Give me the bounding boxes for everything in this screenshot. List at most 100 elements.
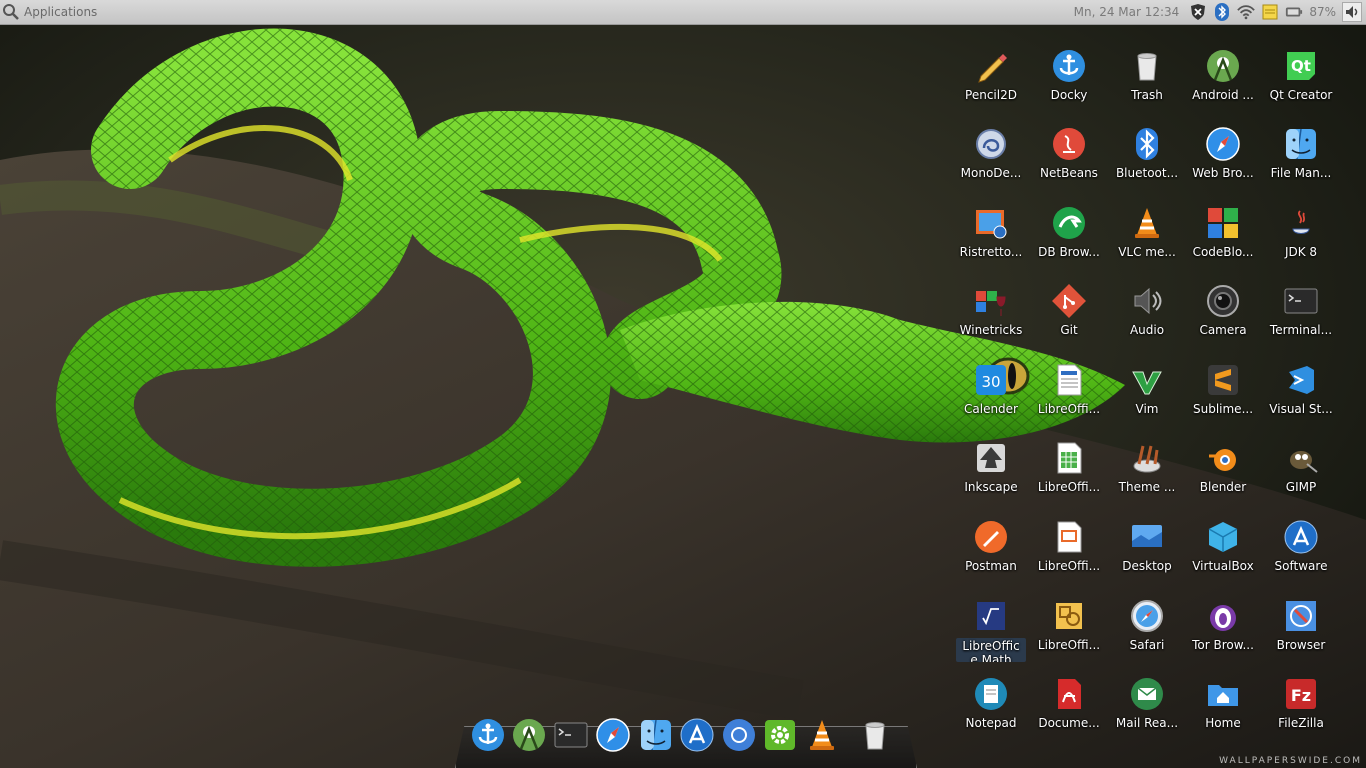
- desktop-icon[interactable]: LibreOffi...: [1031, 356, 1107, 426]
- calendar-icon: 30: [973, 362, 1009, 398]
- draw-icon: [1051, 598, 1087, 634]
- desktop-icon[interactable]: Inkscape: [953, 434, 1029, 504]
- speaker-icon: [1129, 283, 1165, 319]
- desktop-icon[interactable]: Git: [1031, 277, 1107, 347]
- android-studio-icon: [511, 717, 547, 757]
- vlc-cone-icon: [804, 717, 840, 757]
- app-store-icon: [1283, 519, 1319, 555]
- desktop-icon-label: Browser: [1276, 638, 1326, 652]
- dock-item-docky[interactable]: [469, 718, 507, 756]
- desktop-icon-label: LibreOffi...: [1037, 638, 1101, 652]
- finder-icon: [638, 717, 674, 757]
- desktop-icon[interactable]: Camera: [1185, 277, 1261, 347]
- anchor-icon: [470, 717, 506, 757]
- safari-icon: [1129, 598, 1165, 634]
- desktop-icon[interactable]: LibreOffi...: [1031, 434, 1107, 504]
- desktop-icon[interactable]: GIMP: [1263, 434, 1339, 504]
- dock-item-android-studio[interactable]: [510, 718, 548, 756]
- desktop-icon-label: NetBeans: [1040, 166, 1098, 180]
- desktop-icon[interactable]: Web Bro...: [1185, 120, 1261, 190]
- desktop-icon[interactable]: Android ...: [1185, 42, 1261, 112]
- desktop-icon[interactable]: NetBeans: [1031, 120, 1107, 190]
- dock-item-chromium[interactable]: [720, 718, 758, 756]
- desktop-icon[interactable]: Home: [1185, 670, 1261, 740]
- desktop-icon-label: Calender: [964, 402, 1018, 416]
- desktop-icon[interactable]: Pencil2D: [953, 42, 1029, 112]
- android-studio-icon: [1205, 48, 1241, 84]
- desktop-icon[interactable]: Postman: [953, 513, 1029, 583]
- desktop-icon-label: Web Bro...: [1192, 166, 1254, 180]
- finder-icon: [1283, 126, 1319, 162]
- desktop-icon[interactable]: LibreOffi...: [1031, 513, 1107, 583]
- desktop-icon[interactable]: Fz FileZilla: [1263, 670, 1339, 740]
- postman-icon: [973, 519, 1009, 555]
- desktop-icon[interactable]: JDK 8: [1263, 199, 1339, 269]
- desktop-icon[interactable]: DB Brow...: [1031, 199, 1107, 269]
- compass-icon: [595, 717, 631, 757]
- desktop-icon[interactable]: Docume...: [1031, 670, 1107, 740]
- desktop-icon-label: Visual St...: [1269, 402, 1333, 416]
- terminal-icon: [553, 717, 589, 757]
- desktop-icon-label: Safari: [1129, 638, 1165, 652]
- dock-item-trash[interactable]: [856, 718, 894, 756]
- dock-item-finder[interactable]: [637, 718, 675, 756]
- desktop-icon[interactable]: Docky: [1031, 42, 1107, 112]
- desktop-icon[interactable]: Trash: [1109, 42, 1185, 112]
- desktop-icon[interactable]: CodeBlo...: [1185, 199, 1261, 269]
- gimp-icon: [1283, 440, 1319, 476]
- desktop-icon-label: Qt Creator: [1269, 88, 1333, 102]
- winetricks-icon: [973, 283, 1009, 319]
- pdf-icon: [1051, 676, 1087, 712]
- dock-item-terminal[interactable]: [552, 718, 590, 756]
- desktop-icon[interactable]: Theme ...: [1109, 434, 1185, 504]
- desktop-icon[interactable]: Tor Brow...: [1185, 592, 1261, 662]
- dock-item-app-store[interactable]: [678, 718, 716, 756]
- dock-item-settings[interactable]: [761, 718, 799, 756]
- desktop-icon-label: Android ...: [1192, 88, 1254, 102]
- desktop-icon[interactable]: Visual St...: [1263, 356, 1339, 426]
- dock-item-vlc[interactable]: [803, 718, 841, 756]
- desktop-icon-label: Postman: [965, 559, 1017, 573]
- math-formula-icon: [973, 598, 1009, 634]
- dock-item-safari[interactable]: [594, 718, 632, 756]
- desktop-icon[interactable]: Sublime...: [1185, 356, 1261, 426]
- desktop-icon-label: LibreOffic e Math: [956, 638, 1026, 662]
- desktop-icon[interactable]: Qt Qt Creator: [1263, 42, 1339, 112]
- watermark: WALLPAPERSWIDE.COM: [1219, 756, 1362, 766]
- dock: [455, 716, 917, 768]
- desktop-icon[interactable]: VirtualBox: [1185, 513, 1261, 583]
- desktop-icon-label: Inkscape: [964, 480, 1018, 494]
- desktop-icon[interactable]: Audio: [1109, 277, 1185, 347]
- desktop-icon[interactable]: Vim: [1109, 356, 1185, 426]
- svg-text:Fz: Fz: [1291, 686, 1311, 705]
- desktop-icon[interactable]: LibreOffi...: [1031, 592, 1107, 662]
- settings-icon: [762, 717, 798, 757]
- desktop-icon[interactable]: Software: [1263, 513, 1339, 583]
- desktop-icon[interactable]: Bluetoot...: [1109, 120, 1185, 190]
- desktop-icon[interactable]: Notepad: [953, 670, 1029, 740]
- desktop-icon[interactable]: Mail Rea...: [1109, 670, 1185, 740]
- desktop-icon[interactable]: Winetricks: [953, 277, 1029, 347]
- theme-tools-icon: [1129, 440, 1165, 476]
- desktop-icon[interactable]: MonoDe...: [953, 120, 1029, 190]
- desktop-icon[interactable]: VLC me...: [1109, 199, 1185, 269]
- desktop-icon-label: LibreOffi...: [1037, 402, 1101, 416]
- image-viewer-icon: [973, 205, 1009, 241]
- desktop-icon-label: MonoDe...: [960, 166, 1022, 180]
- desktop-icon[interactable]: LibreOffic e Math: [953, 592, 1029, 662]
- desktop-icon[interactable]: Desktop: [1109, 513, 1185, 583]
- notepad-icon: [973, 676, 1009, 712]
- desktop-icon[interactable]: Safari: [1109, 592, 1185, 662]
- filezilla-icon: Fz: [1283, 676, 1319, 712]
- db-browser-icon: [1051, 205, 1087, 241]
- desktop-icon-label: Blender: [1199, 480, 1247, 494]
- desktop-icon[interactable]: Ristretto...: [953, 199, 1029, 269]
- desktop-icon[interactable]: File Man...: [1263, 120, 1339, 190]
- desktop-icon[interactable]: Browser: [1263, 592, 1339, 662]
- java-icon: [1283, 205, 1319, 241]
- desktop-icon[interactable]: Terminal...: [1263, 277, 1339, 347]
- desktop-icon[interactable]: 30 Calender: [953, 356, 1029, 426]
- desktop-icon[interactable]: Blender: [1185, 434, 1261, 504]
- desktop-icon-label: Pencil2D: [965, 88, 1017, 102]
- trash-icon: [1129, 48, 1165, 84]
